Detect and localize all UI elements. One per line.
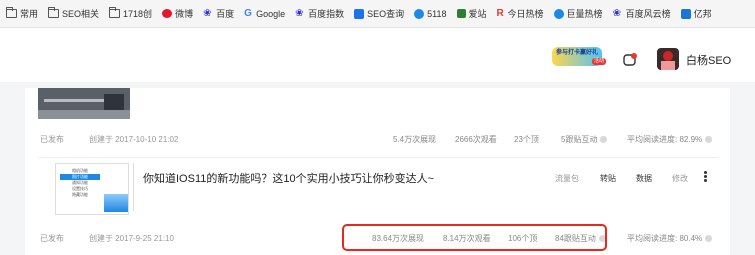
baidu-paw-icon: ❀ [203,7,212,19]
yibang-icon [680,8,691,19]
article-thumbnail[interactable]: 相机功能 照片功能 通知功能 设置技巧 隐藏功能 [55,163,129,215]
article-views: 2666次观看 [455,135,497,144]
bookmark-seo-query[interactable]: SEO查询 [354,7,404,20]
bookmark-weibo[interactable]: 微博 [162,7,193,20]
article-title[interactable]: 你知道IOS11的新功能吗？这10个实用小技巧让你秒变达人~ [143,170,434,186]
weibo-icon [162,9,173,18]
article-thumbnail[interactable] [38,88,130,119]
bookmarks-bar: 常用 SEO相关 1718创 微博 ❀ 百度 G Google ❀ 百度指数 SEO查… [0,0,755,28]
title-divider [133,163,134,211]
aizhan-icon [456,9,466,18]
more-icon[interactable] [702,170,708,184]
thumbnail-menu: 相机功能 照片功能 通知功能 设置技巧 隐藏功能 [60,168,100,198]
5118-icon [414,8,425,19]
username[interactable]: 白杨SEO [686,52,731,68]
baidu-paw-icon: ❀ [295,7,304,19]
folder-icon [109,7,121,18]
promo-text: 参与打卡赢好礼 [555,50,598,56]
help-icon[interactable] [705,136,713,144]
bookmark-aizhan[interactable]: 爱站 [456,7,487,20]
help-icon[interactable] [600,136,608,144]
bookmark-5118[interactable]: 5118 [414,8,447,19]
notification-icon[interactable] [622,52,638,68]
bookmark-baidu-fengyun[interactable]: ❀ 百度风云榜 [613,7,671,20]
bookmark-juliang[interactable]: 巨量热榜 [553,7,603,20]
juliang-icon [553,8,564,19]
promo-badge: 活动 [592,58,607,65]
row-divider [38,157,718,158]
bookmark-baidu-index[interactable]: ❀ 百度指数 [295,7,344,20]
help-icon[interactable] [705,235,713,243]
top-header [0,28,755,82]
data-link[interactable]: 数据 [636,173,652,184]
bookmark-yibang[interactable]: 亿邦 [680,7,712,20]
bookmark-baidu[interactable]: ❀ 百度 [203,7,234,20]
article-impressions: 5.4万次展现 [393,135,437,144]
article-read-progress: 平均阅读进度: 82.9% [627,134,713,145]
bookmark-hot-list[interactable]: R 今日热榜 [497,7,544,20]
repost-link[interactable]: 转贴 [600,173,616,184]
bookmark-google[interactable]: G Google [244,7,285,19]
article-interactions: 5跟贴互动 [561,134,608,145]
avatar[interactable] [657,48,679,70]
bookmark-seo[interactable]: SEO相关 [48,7,99,20]
seo-query-icon [354,8,365,19]
article-read-progress: 平均阅读进度: 80.4% [627,233,713,244]
article-created: 创建于 2017-10-10 21:02 [89,135,179,144]
promo-banner[interactable]: 参与打卡赢好礼 活动 [552,44,608,68]
article-status: 已发布 [40,135,64,144]
edit-link[interactable]: 修改 [672,173,688,184]
google-icon: G [244,7,252,19]
bookmark-1718[interactable]: 1718创 [109,7,152,20]
traffic-pack-link[interactable]: 流量包 [555,173,579,184]
thumbnail-photo [104,194,128,212]
folder-icon [48,7,60,18]
folder-icon [6,7,17,18]
hot-list-icon: R [496,7,504,19]
article-created: 创建于 2017-9-25 21:10 [89,234,174,243]
article-status: 已发布 [40,234,64,243]
highlight-box [342,224,607,251]
article-likes: 23个顶 [514,135,539,144]
bookmark-changyong[interactable]: 常用 [6,7,38,20]
baidu-paw-icon: ❀ [612,7,621,19]
